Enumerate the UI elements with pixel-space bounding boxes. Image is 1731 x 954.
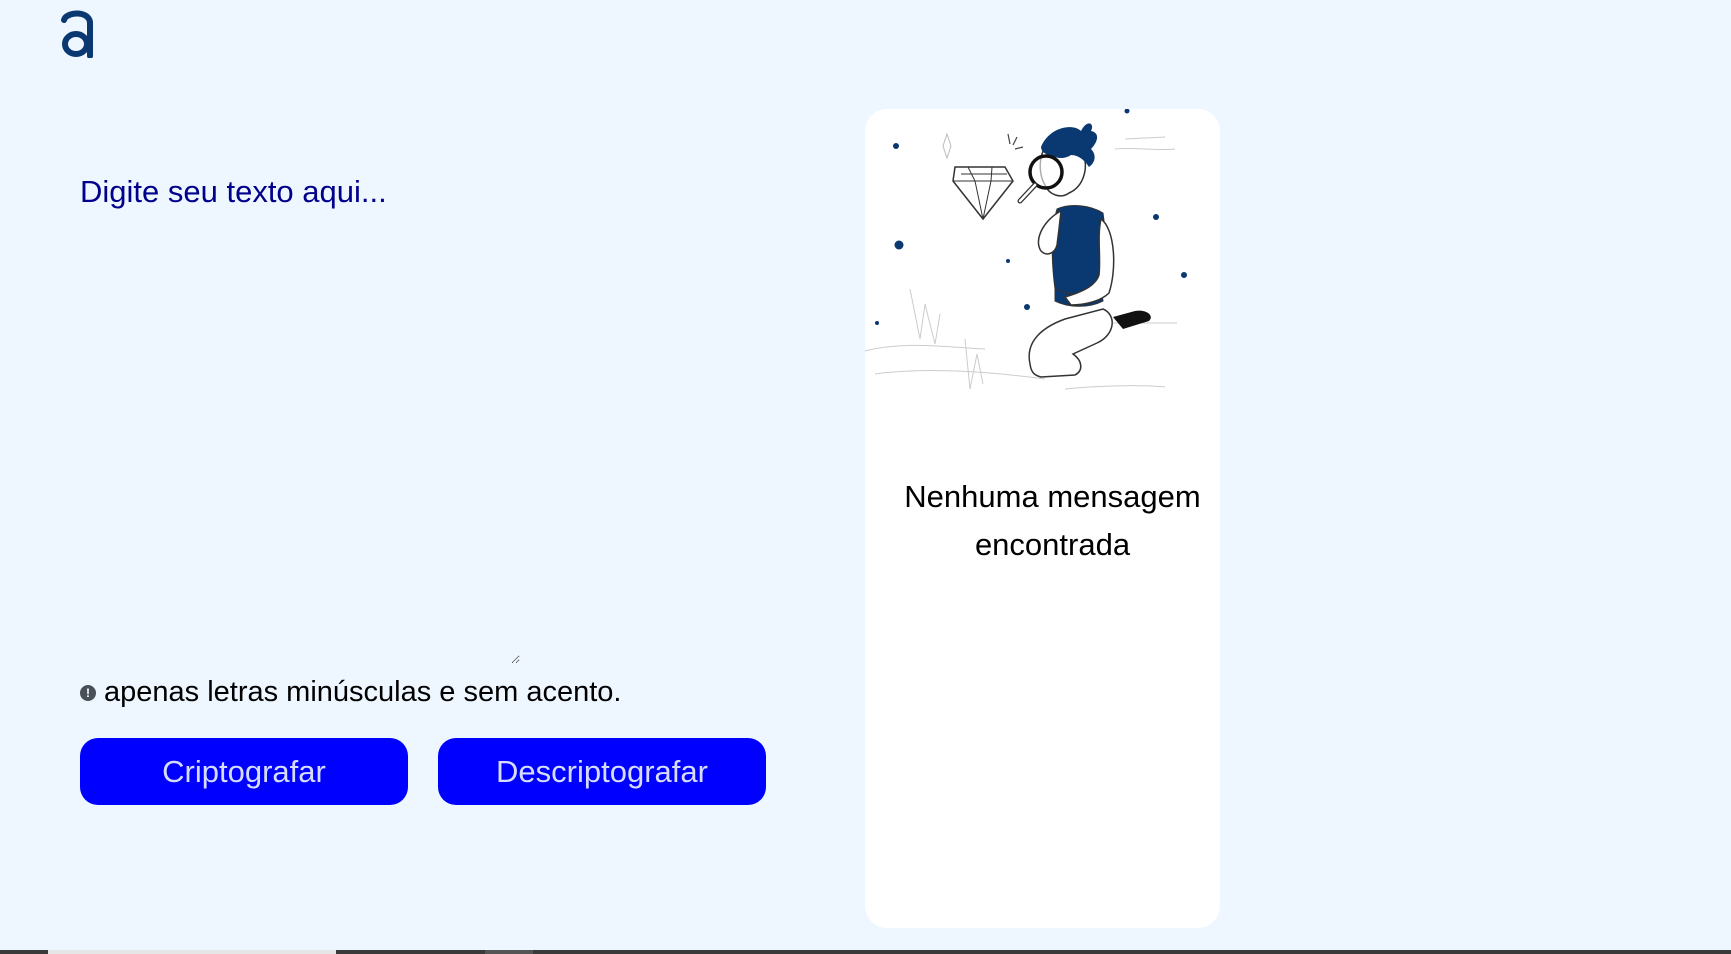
horizontal-scrollbar[interactable] <box>0 950 1731 954</box>
text-input[interactable] <box>80 174 520 664</box>
exclamation-circle-icon: ! <box>80 684 96 701</box>
alura-a-logo-icon <box>61 10 93 58</box>
scrollbar-thumb[interactable] <box>48 950 336 954</box>
decrypt-button[interactable]: Descriptografar <box>438 738 766 805</box>
person-magnifying-glass-diamond-icon <box>865 109 1187 390</box>
scrollbar-mark <box>485 950 533 954</box>
encrypt-button[interactable]: Criptografar <box>80 738 408 805</box>
output-card: Nenhuma mensagem encontrada <box>865 109 1220 928</box>
empty-message: Nenhuma mensagem encontrada <box>904 479 1201 562</box>
page: ! apenas letras minúsculas e sem acento.… <box>0 0 1731 954</box>
hint-text: apenas letras minúsculas e sem acento. <box>104 676 622 708</box>
hint: ! apenas letras minúsculas e sem acento. <box>80 676 621 709</box>
